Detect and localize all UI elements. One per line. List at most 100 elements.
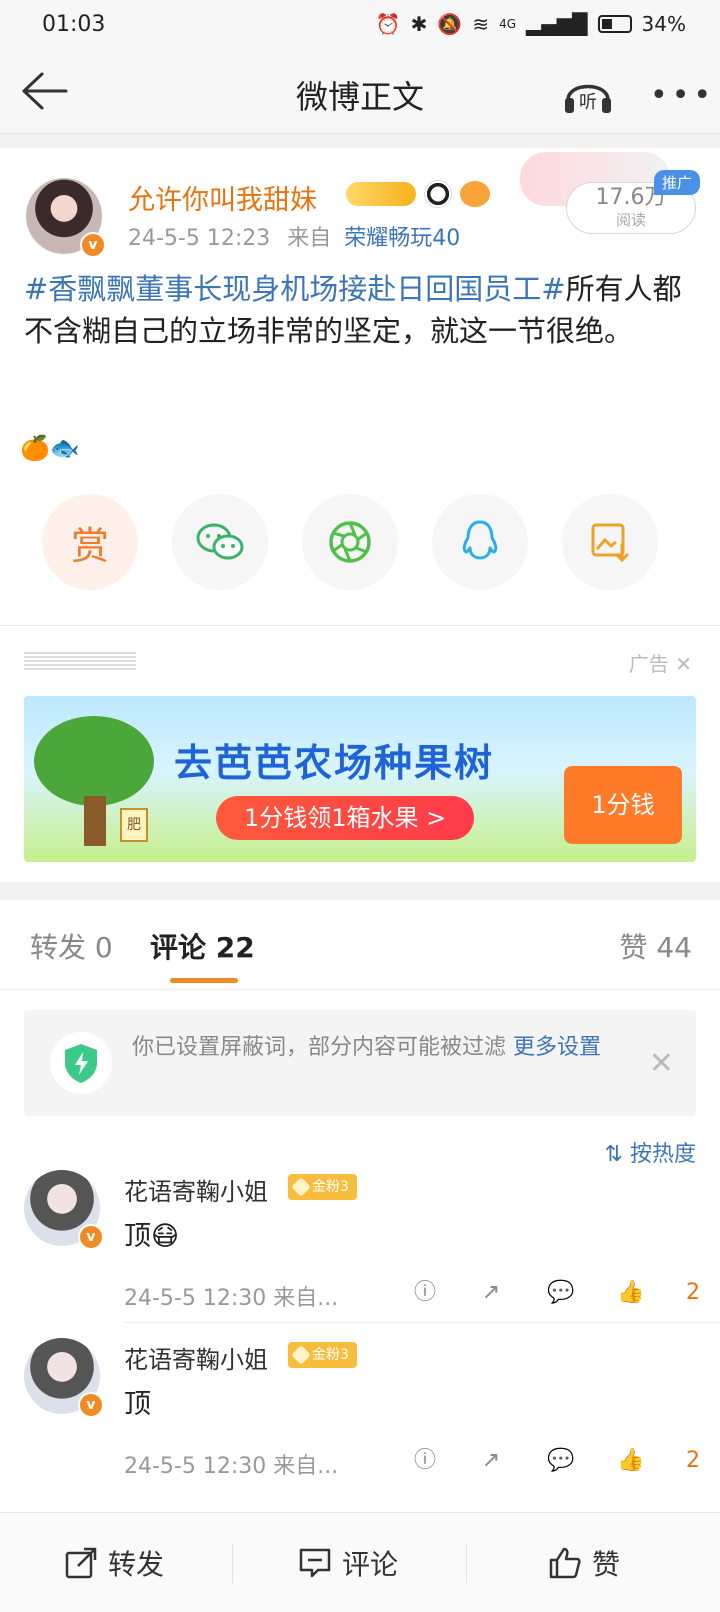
sort-icon: ⇅ [604,1142,623,1167]
sort-label: 按热度 [629,1142,696,1167]
like-label: 赞 [592,1548,621,1581]
ad-advertiser-name [24,652,136,670]
section-gap [0,134,720,148]
promo-tag[interactable]: 推广 [654,170,701,195]
sort-toggle[interactable]: ⇅ 按热度 [605,1136,696,1168]
fan-badge: 金粉3 [288,1174,357,1200]
read-label: 阅读 [615,211,646,229]
report-icon[interactable]: ⓘ [410,1446,440,1476]
signal-label: 4G [499,17,517,31]
repost-label: 转发 [108,1548,165,1581]
close-icon[interactable]: ✕ [675,652,692,676]
report-icon[interactable]: ⓘ [410,1278,440,1308]
shield-icon [50,1032,112,1094]
author-avatar[interactable]: v [26,178,106,258]
post-date: 24-5-5 12:23 [128,226,271,251]
bottom-action-bar: 转发 评论 赞 [0,1512,720,1612]
ad-banner[interactable]: 肥 去芭芭农场种果树 1分钱领1箱水果 > 1分钱 [24,696,696,862]
fertilizer-tag: 肥 [120,808,148,842]
reply-icon[interactable]: 💬 [546,1278,576,1308]
ad-label[interactable]: 广告 ✕ [629,648,692,677]
more-options-icon[interactable]: ••• [650,78,711,113]
save-image-icon [591,523,630,563]
divider [466,1543,467,1583]
comment-icon [299,1548,331,1578]
comment-meta: 24-5-5 12:30 来自... [124,1454,339,1479]
tree-illustration: 肥 [34,716,154,846]
fish-badge-icon [460,181,490,207]
like-icon[interactable]: 👍 [616,1446,646,1476]
fan-badge: 金粉3 [288,1342,357,1368]
comment-avatar[interactable]: v [24,1170,104,1250]
status-icons: ⏰ ✱ 🔕 ≋ 4G ▂▄▆█ 34% [376,12,686,36]
comment-meta: 24-5-5 12:30 来自... [124,1286,339,1311]
repost-icon [65,1547,97,1579]
thumbs-up-icon [549,1547,581,1579]
author-name[interactable]: 允许你叫我甜妹 [128,178,317,217]
post-topic[interactable]: #香飘飘董事长现身机场接赴日回国员工# [24,272,566,306]
reward-button[interactable]: 赏 [42,494,138,590]
nav-bar: 微博正文 听 ••• [0,48,720,134]
battery-percent: 34% [641,12,686,36]
post-source[interactable]: 荣耀畅玩40 [344,226,460,251]
divider [232,1543,233,1583]
filter-notice-text: 你已设置屏蔽词，部分内容可能被过滤 更多设置 [132,1032,632,1064]
share-qq-button[interactable] [432,494,528,590]
ad-header: 广告 ✕ [0,626,720,696]
filter-notice-message: 你已设置屏蔽词，部分内容可能被过滤 [132,1035,507,1060]
status-time: 01:03 [42,11,106,37]
share-moments-button[interactable] [302,494,398,590]
like-button[interactable]: 赞 [548,1543,620,1583]
comment-item: v 花语寄鞠小姐 金粉3 顶 24-5-5 12:30 来自... ⓘ ↗ 💬 … [0,1338,720,1498]
save-image-button[interactable] [562,494,658,590]
interaction-tabs: 转发 0 评论 22 赞 44 [0,900,720,990]
like-icon[interactable]: 👍 [616,1278,646,1308]
close-icon[interactable]: ✕ [649,1046,674,1081]
tab-comments[interactable]: 评论 22 [150,926,255,966]
battery-icon [597,15,632,33]
comment-text: 顶 [124,1389,151,1420]
comment-like-count: 2 [686,1448,700,1473]
headphones-icon[interactable]: 听 [562,70,614,116]
bluetooth-icon: ✱ [410,12,428,36]
comment-author[interactable]: 花语寄鞠小姐 [124,1340,268,1375]
comment-label: 评论 [342,1548,399,1581]
post-emojis: 🍊🐟 [20,434,80,462]
ad-cta-button[interactable]: 1分钱领1箱水果 > [216,796,475,840]
share-wechat-button[interactable] [172,494,268,590]
alarm-icon: ⏰ [375,12,401,36]
comment-actions: ⓘ ↗ 💬 👍 2 [410,1446,700,1476]
section-gap [0,882,720,900]
share-row: 赏 [0,494,720,590]
filter-notice: 你已设置屏蔽词，部分内容可能被过滤 更多设置 ✕ [24,1010,696,1116]
panda-badge-icon [424,180,452,208]
author-badges [346,180,490,208]
tab-repost[interactable]: 转发 0 [30,926,113,966]
moments-aperture-icon [329,521,371,563]
tree-trunk [84,796,106,846]
comment-author[interactable]: 花语寄鞠小姐 [124,1172,268,1207]
comment-actions: ⓘ ↗ 💬 👍 2 [410,1278,700,1308]
share-icon[interactable]: ↗ [476,1278,506,1308]
mute-icon: 🔕 [437,12,463,36]
reply-icon[interactable]: 💬 [546,1446,576,1476]
verified-badge-icon: v [78,1224,104,1250]
wifi-icon: ≋ [472,12,490,36]
listen-label: 听 [579,92,597,113]
divider [124,1322,720,1323]
status-bar: 01:03 ⏰ ✱ 🔕 ≋ 4G ▂▄▆█ 34% [0,0,720,48]
post-meta: 24-5-5 12:23 来自 荣耀畅玩40 [128,220,460,252]
fruit-box: 1分钱 [564,766,682,844]
more-settings-link[interactable]: 更多设置 [513,1035,601,1060]
tab-likes[interactable]: 赞 44 [619,926,692,966]
wechat-icon [196,523,244,560]
verified-badge-icon: v [78,1392,104,1418]
reward-label: 赏 [70,523,109,568]
repost-button[interactable]: 转发 [64,1543,164,1583]
ad-title: 去芭芭农场种果树 [174,741,495,785]
comment-avatar[interactable]: v [24,1338,104,1418]
comment-button[interactable]: 评论 [298,1543,398,1583]
tab-underline [170,978,238,983]
post-source-prefix: 来自 [287,226,332,251]
share-icon[interactable]: ↗ [476,1446,506,1476]
